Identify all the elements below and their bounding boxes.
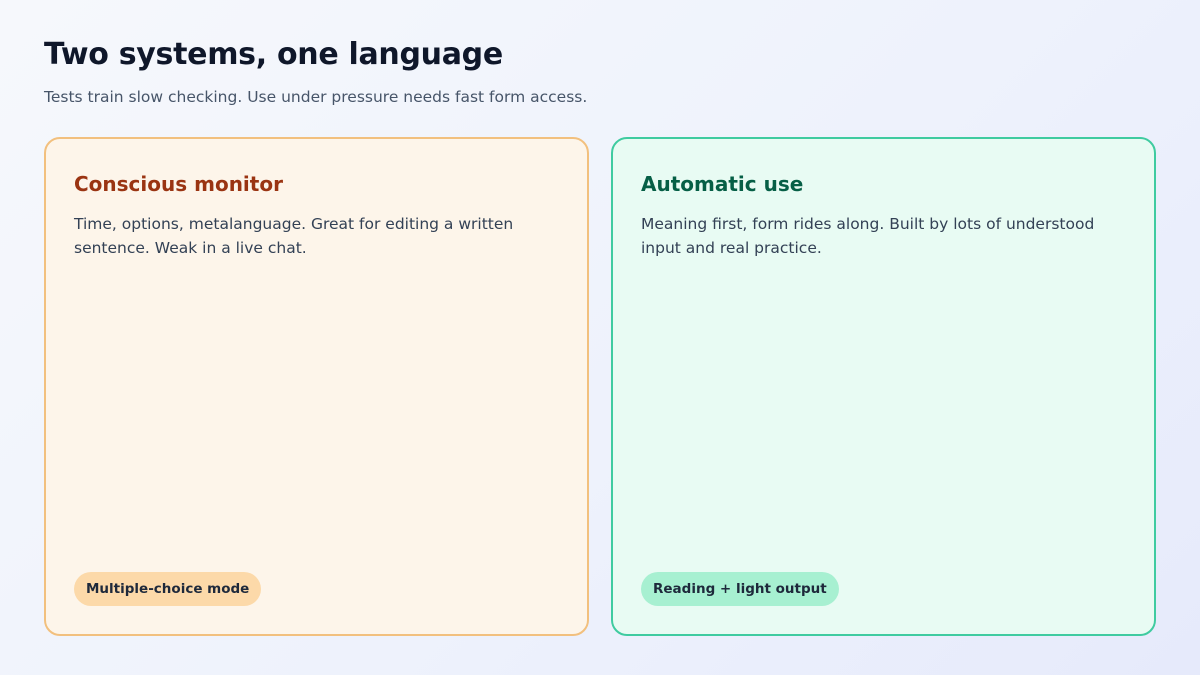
card-title: Automatic use [641,172,804,196]
card-badge: Reading + light output [641,572,839,606]
card-badge: Multiple-choice mode [74,572,262,606]
page-subtitle: Tests train slow checking. Use under pre… [44,88,588,106]
slide: Two systems, one language Tests train sl… [44,0,1156,675]
card-conscious-monitor: Conscious monitor Time, options, metalan… [44,137,589,636]
card-automatic-use: Automatic use Meaning first, form rides … [611,137,1156,636]
card-title: Conscious monitor [74,172,283,196]
page-title: Two systems, one language [44,37,503,72]
card-description: Meaning first, form rides along. Built b… [641,215,1095,257]
card-description: Time, options, metalanguage. Great for e… [74,215,514,257]
